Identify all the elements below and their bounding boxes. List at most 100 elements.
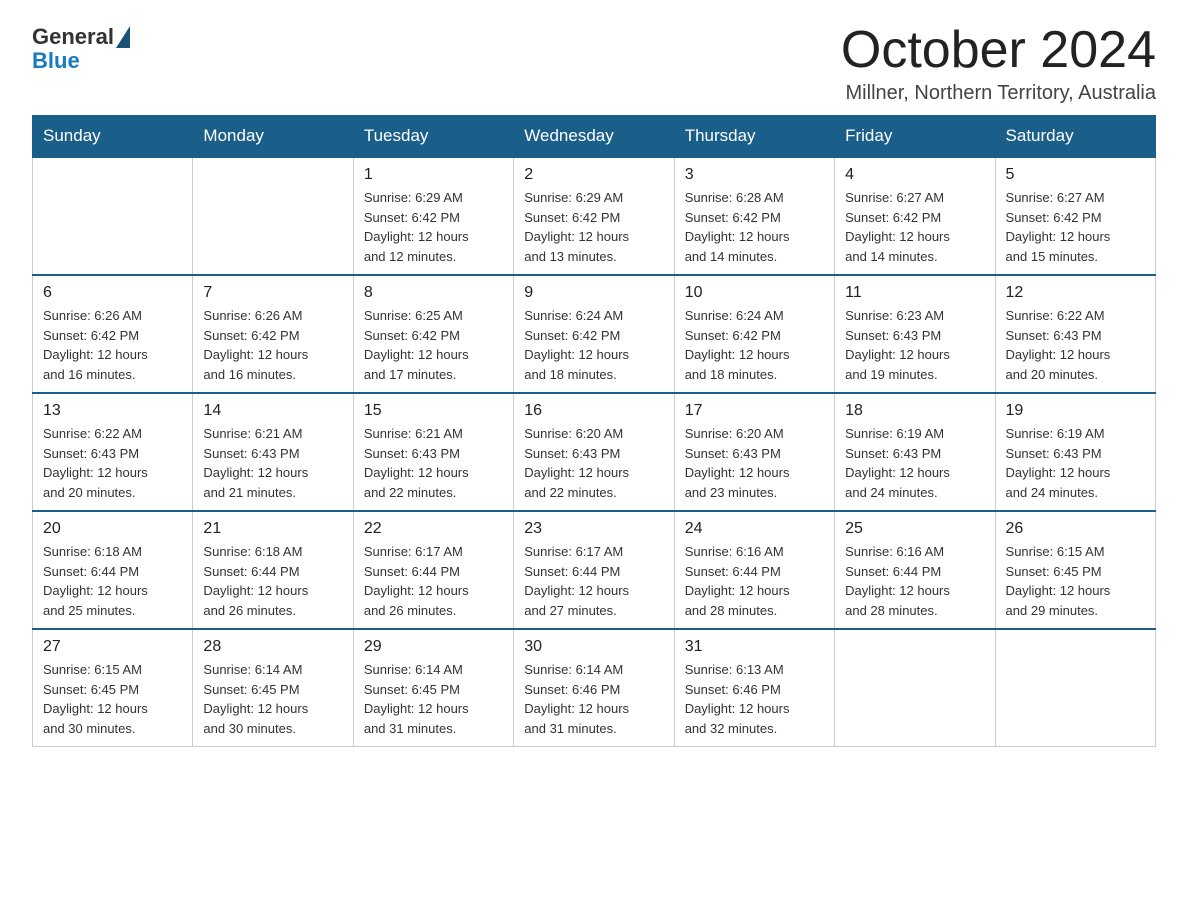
day-info: Sunrise: 6:22 AM Sunset: 6:43 PM Dayligh… (1006, 306, 1145, 384)
day-number: 15 (364, 402, 503, 420)
calendar-cell: 27 Sunrise: 6:15 AM Sunset: 6:45 PM Dayli… (33, 629, 193, 747)
day-number: 20 (43, 520, 182, 538)
day-number: 11 (845, 284, 984, 302)
day-info: Sunrise: 6:14 AM Sunset: 6:45 PM Dayligh… (203, 660, 342, 738)
calendar-cell: 18Sunrise: 6:19 AM Sunset: 6:43 PM Dayli… (835, 393, 995, 511)
calendar-cell: 25Sunrise: 6:16 AM Sunset: 6:44 PM Dayli… (835, 511, 995, 629)
day-info: Sunrise: 6:26 AM Sunset: 6:42 PM Dayligh… (203, 306, 342, 384)
logo-general-text: General (32, 24, 114, 50)
calendar-table: SundayMondayTuesdayWednesdayThursdayFrid… (32, 115, 1156, 747)
calendar-cell (995, 629, 1155, 747)
calendar-cell: 28 Sunrise: 6:14 AM Sunset: 6:45 PM Dayli… (193, 629, 353, 747)
day-number: 17 (685, 402, 824, 420)
day-info: Sunrise: 6:27 AM Sunset: 6:42 PM Dayligh… (1006, 188, 1145, 266)
month-title: October 2024 (841, 24, 1156, 76)
calendar-cell: 23 Sunrise: 6:17 AM Sunset: 6:44 PM Dayli… (514, 511, 674, 629)
calendar-cell (835, 629, 995, 747)
column-header-saturday: Saturday (995, 116, 1155, 158)
day-info: Sunrise: 6:24 AM Sunset: 6:42 PM Dayligh… (685, 306, 824, 384)
day-info: Sunrise: 6:23 AM Sunset: 6:43 PM Dayligh… (845, 306, 984, 384)
day-number: 30 (524, 638, 663, 656)
calendar-header-row: SundayMondayTuesdayWednesdayThursdayFrid… (33, 116, 1156, 158)
day-info: Sunrise: 6:14 AM Sunset: 6:45 PM Dayligh… (364, 660, 503, 738)
week-row-2: 6Sunrise: 6:26 AM Sunset: 6:42 PM Daylig… (33, 275, 1156, 393)
calendar-cell: 22 Sunrise: 6:17 AM Sunset: 6:44 PM Dayli… (353, 511, 513, 629)
day-info: Sunrise: 6:17 AM Sunset: 6:44 PM Dayligh… (364, 542, 503, 620)
day-info: Sunrise: 6:27 AM Sunset: 6:42 PM Dayligh… (845, 188, 984, 266)
logo: General Blue (32, 24, 130, 74)
day-info: Sunrise: 6:24 AM Sunset: 6:42 PM Dayligh… (524, 306, 663, 384)
calendar-cell: 20 Sunrise: 6:18 AM Sunset: 6:44 PM Dayli… (33, 511, 193, 629)
day-info: Sunrise: 6:17 AM Sunset: 6:44 PM Dayligh… (524, 542, 663, 620)
day-info: Sunrise: 6:26 AM Sunset: 6:42 PM Dayligh… (43, 306, 182, 384)
day-info: Sunrise: 6:21 AM Sunset: 6:43 PM Dayligh… (203, 424, 342, 502)
column-header-friday: Friday (835, 116, 995, 158)
week-row-4: 20 Sunrise: 6:18 AM Sunset: 6:44 PM Dayli… (33, 511, 1156, 629)
calendar-cell: 9 Sunrise: 6:24 AM Sunset: 6:42 PM Daylig… (514, 275, 674, 393)
day-number: 9 (524, 284, 663, 302)
calendar-cell: 6Sunrise: 6:26 AM Sunset: 6:42 PM Daylig… (33, 275, 193, 393)
calendar-cell: 7 Sunrise: 6:26 AM Sunset: 6:42 PM Daylig… (193, 275, 353, 393)
day-number: 10 (685, 284, 824, 302)
day-info: Sunrise: 6:19 AM Sunset: 6:43 PM Dayligh… (845, 424, 984, 502)
day-info: Sunrise: 6:22 AM Sunset: 6:43 PM Dayligh… (43, 424, 182, 502)
day-number: 5 (1006, 166, 1145, 184)
day-number: 22 (364, 520, 503, 538)
day-number: 7 (203, 284, 342, 302)
calendar-cell: 30 Sunrise: 6:14 AM Sunset: 6:46 PM Dayli… (514, 629, 674, 747)
week-row-1: 1Sunrise: 6:29 AM Sunset: 6:42 PM Daylig… (33, 157, 1156, 275)
calendar-cell: 10 Sunrise: 6:24 AM Sunset: 6:42 PM Dayli… (674, 275, 834, 393)
day-info: Sunrise: 6:16 AM Sunset: 6:44 PM Dayligh… (685, 542, 824, 620)
calendar-cell: 13Sunrise: 6:22 AM Sunset: 6:43 PM Dayli… (33, 393, 193, 511)
calendar-cell: 5 Sunrise: 6:27 AM Sunset: 6:42 PM Daylig… (995, 157, 1155, 275)
column-header-monday: Monday (193, 116, 353, 158)
calendar-cell (193, 157, 353, 275)
column-header-tuesday: Tuesday (353, 116, 513, 158)
calendar-cell: 31Sunrise: 6:13 AM Sunset: 6:46 PM Dayli… (674, 629, 834, 747)
day-info: Sunrise: 6:28 AM Sunset: 6:42 PM Dayligh… (685, 188, 824, 266)
calendar-cell: 24 Sunrise: 6:16 AM Sunset: 6:44 PM Dayli… (674, 511, 834, 629)
day-info: Sunrise: 6:15 AM Sunset: 6:45 PM Dayligh… (43, 660, 182, 738)
day-info: Sunrise: 6:13 AM Sunset: 6:46 PM Dayligh… (685, 660, 824, 738)
day-number: 27 (43, 638, 182, 656)
day-number: 23 (524, 520, 663, 538)
day-info: Sunrise: 6:29 AM Sunset: 6:42 PM Dayligh… (524, 188, 663, 266)
day-number: 19 (1006, 402, 1145, 420)
day-info: Sunrise: 6:19 AM Sunset: 6:43 PM Dayligh… (1006, 424, 1145, 502)
calendar-cell: 8Sunrise: 6:25 AM Sunset: 6:42 PM Daylig… (353, 275, 513, 393)
day-info: Sunrise: 6:21 AM Sunset: 6:43 PM Dayligh… (364, 424, 503, 502)
logo-blue-text: Blue (32, 48, 130, 74)
calendar-cell: 4 Sunrise: 6:27 AM Sunset: 6:42 PM Daylig… (835, 157, 995, 275)
calendar-cell: 2 Sunrise: 6:29 AM Sunset: 6:42 PM Daylig… (514, 157, 674, 275)
calendar-cell: 29 Sunrise: 6:14 AM Sunset: 6:45 PM Dayli… (353, 629, 513, 747)
column-header-thursday: Thursday (674, 116, 834, 158)
day-number: 16 (524, 402, 663, 420)
calendar-cell: 14Sunrise: 6:21 AM Sunset: 6:43 PM Dayli… (193, 393, 353, 511)
day-number: 12 (1006, 284, 1145, 302)
day-number: 26 (1006, 520, 1145, 538)
day-number: 4 (845, 166, 984, 184)
column-header-wednesday: Wednesday (514, 116, 674, 158)
day-number: 28 (203, 638, 342, 656)
day-number: 29 (364, 638, 503, 656)
title-block: October 2024 Millner, Northern Territory… (841, 24, 1156, 105)
column-header-sunday: Sunday (33, 116, 193, 158)
calendar-cell (33, 157, 193, 275)
day-number: 24 (685, 520, 824, 538)
day-info: Sunrise: 6:20 AM Sunset: 6:43 PM Dayligh… (685, 424, 824, 502)
day-number: 3 (685, 166, 824, 184)
day-info: Sunrise: 6:18 AM Sunset: 6:44 PM Dayligh… (203, 542, 342, 620)
logo-triangle-icon (116, 26, 130, 48)
day-info: Sunrise: 6:18 AM Sunset: 6:44 PM Dayligh… (43, 542, 182, 620)
day-info: Sunrise: 6:14 AM Sunset: 6:46 PM Dayligh… (524, 660, 663, 738)
day-number: 25 (845, 520, 984, 538)
day-info: Sunrise: 6:29 AM Sunset: 6:42 PM Dayligh… (364, 188, 503, 266)
calendar-cell: 1Sunrise: 6:29 AM Sunset: 6:42 PM Daylig… (353, 157, 513, 275)
calendar-cell: 11 Sunrise: 6:23 AM Sunset: 6:43 PM Dayli… (835, 275, 995, 393)
week-row-5: 27 Sunrise: 6:15 AM Sunset: 6:45 PM Dayli… (33, 629, 1156, 747)
location-subtitle: Millner, Northern Territory, Australia (841, 82, 1156, 105)
day-number: 2 (524, 166, 663, 184)
calendar-cell: 12 Sunrise: 6:22 AM Sunset: 6:43 PM Dayli… (995, 275, 1155, 393)
page-header: General Blue October 2024 Millner, North… (32, 24, 1156, 105)
week-row-3: 13Sunrise: 6:22 AM Sunset: 6:43 PM Dayli… (33, 393, 1156, 511)
